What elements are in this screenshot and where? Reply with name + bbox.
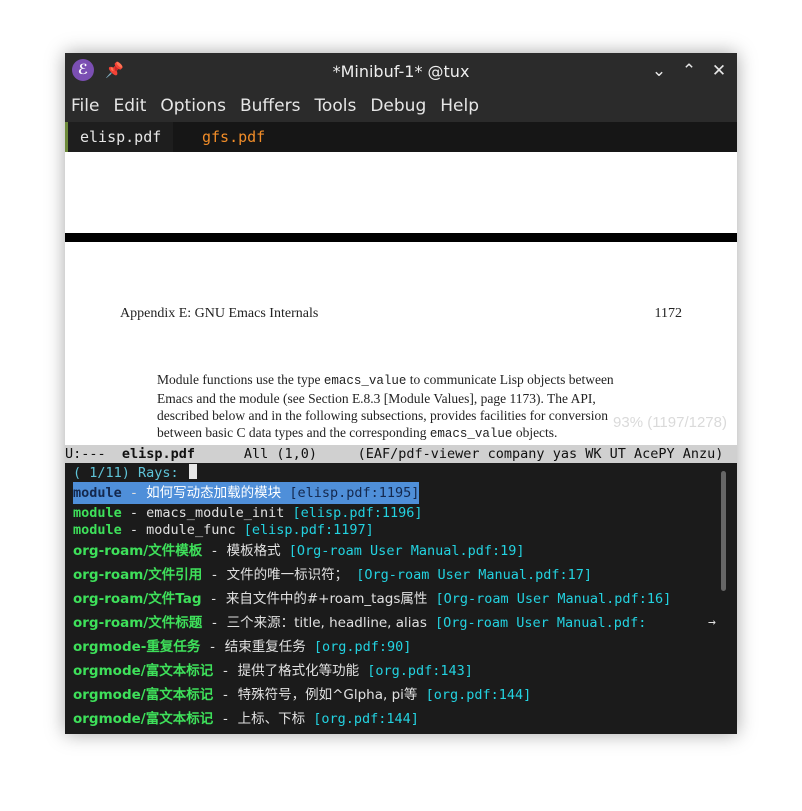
menu-file[interactable]: File <box>71 91 99 121</box>
page-indicator: 93% (1197/1278) <box>613 414 727 431</box>
tab-elisp-pdf[interactable]: elisp.pdf <box>65 122 174 152</box>
candidate-item[interactable]: module - 如何写动态加载的模块 [elisp.pdf:1195] <box>73 482 420 504</box>
menu-help[interactable]: Help <box>440 91 479 121</box>
menu-debug[interactable]: Debug <box>370 91 426 121</box>
menu-buffers[interactable]: Buffers <box>240 91 300 121</box>
candidate-item[interactable]: module - module_func [elisp.pdf:1197] <box>73 522 374 539</box>
candidate-item[interactable]: org-roam/文件引用 - 文件的唯一标识符； [Org-roam User… <box>73 564 592 586</box>
title-bar[interactable]: ℰ 📌 *Minibuf-1* @tux ⌄ ⌃ ✕ <box>65 53 737 91</box>
text-cursor <box>188 464 197 479</box>
body-line: Emacs and the module (see Section E.8.3 … <box>157 391 596 406</box>
minibuffer-scrollbar[interactable] <box>716 467 732 731</box>
candidate-item[interactable]: org-roam/文件模板 - 模板格式 [Org-roam User Manu… <box>73 540 524 562</box>
page-header-left: Appendix E: GNU Emacs Internals <box>120 306 319 321</box>
scrollbar-thumb[interactable] <box>721 471 726 591</box>
body-line: Module functions use the type emacs_valu… <box>157 372 614 388</box>
tab-bar: elisp.pdf gfs.pdf <box>65 122 737 152</box>
tab-gfs-pdf[interactable]: gfs.pdf <box>190 122 277 152</box>
maximize-button[interactable]: ⌃ <box>677 58 701 84</box>
candidate-item[interactable]: orgmode-重复任务 - 结束重复任务 [org.pdf:90] <box>73 636 411 658</box>
candidate-item[interactable]: module - emacs_module_init [elisp.pdf:11… <box>73 505 423 522</box>
minibuffer-prompt[interactable]: ( 1/11) Rays: <box>73 463 197 483</box>
candidate-item[interactable]: orgmode/富文本标记 - 上标、下标 [org.pdf:144] <box>73 708 419 730</box>
menu-tools[interactable]: Tools <box>314 91 356 121</box>
menu-bar: File Edit Options Buffers Tools Debug Help <box>65 91 737 122</box>
modeline-buffer-name: elisp.pdf <box>121 446 196 462</box>
candidate-item[interactable]: orgmode/富文本标记 - 提供了格式化等功能 [org.pdf:143] <box>73 660 473 682</box>
candidate-item[interactable]: org-roam/文件Tag - 来自文件中的#+roam_tags属性 [Or… <box>73 588 671 610</box>
pdf-viewer[interactable]: Appendix E: GNU Emacs Internals 1172 Mod… <box>65 152 737 445</box>
body-line: described below and in the following sub… <box>157 408 609 423</box>
line-truncation-arrow-icon: → <box>708 615 716 630</box>
close-button[interactable]: ✕ <box>707 58 731 84</box>
mode-line: U:--- elisp.pdf All (1,0) (EAF/pdf-viewe… <box>65 445 737 463</box>
window-title: *Minibuf-1* @tux <box>332 62 470 81</box>
minibuffer[interactable]: ( 1/11) Rays: module - 如何写动态加载的模块 [elisp… <box>65 463 737 734</box>
menu-options[interactable]: Options <box>160 91 226 121</box>
menu-edit[interactable]: Edit <box>113 91 146 121</box>
page-body-text: Module functions use the type emacs_valu… <box>157 371 682 443</box>
body-line: between basic C data types and the corre… <box>157 425 558 441</box>
candidate-item[interactable]: org-roam/文件标题 - 三个来源：title, headline, al… <box>73 612 713 634</box>
page-header-number: 1172 <box>654 306 682 321</box>
minimize-button[interactable]: ⌄ <box>647 58 671 84</box>
candidate-item[interactable]: orgmode/富文本标记 - 特殊符号，例如^Glpha, pi等 [org.… <box>73 684 531 706</box>
emacs-window: ℰ 📌 *Minibuf-1* @tux ⌄ ⌃ ✕ File Edit Optio… <box>65 53 737 734</box>
page-separator <box>65 233 737 242</box>
